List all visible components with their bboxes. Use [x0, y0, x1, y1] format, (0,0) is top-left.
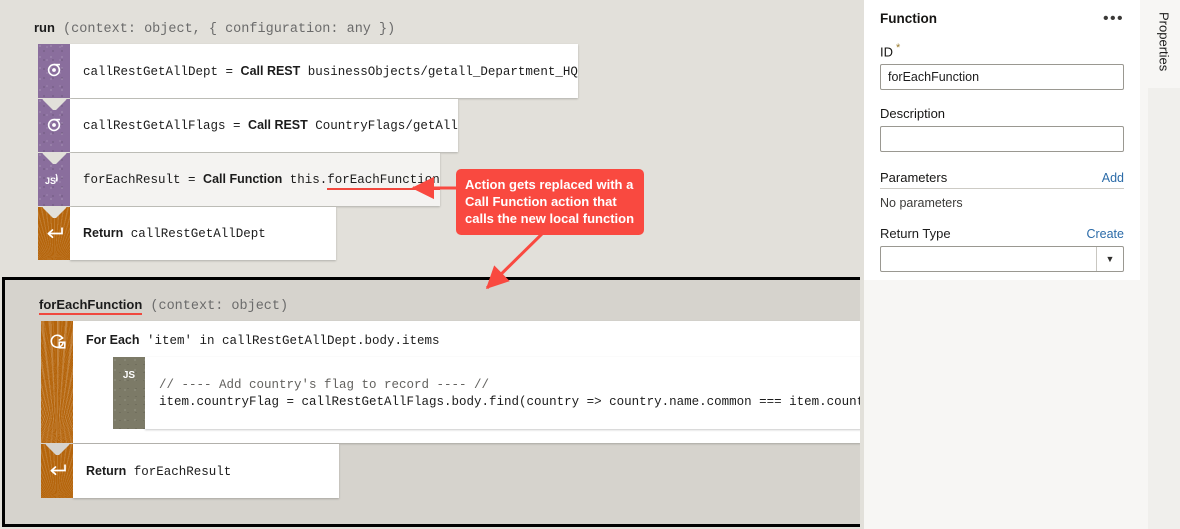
for-each-glyph: [49, 333, 66, 352]
svg-text:JS: JS: [45, 176, 56, 186]
id-input[interactable]: [880, 64, 1124, 91]
parameters-row: Parameters Add: [880, 170, 1124, 190]
local-function-link[interactable]: forEachFunction: [327, 173, 440, 190]
js-code-line-1: // ---- Add country's flag to record ---…: [159, 377, 490, 392]
action-call-function[interactable]: JS forEachResult = Call Function this.fo…: [38, 153, 440, 206]
action-text: Return forEachResult: [86, 463, 232, 479]
parameters-empty-note: No parameters: [880, 196, 963, 211]
action-text: forEachResult = Call Function this.forEa…: [83, 172, 440, 190]
for-each-body: For Each 'item' in callRestGetAllDept.bo…: [73, 321, 860, 443]
action-text: callRestGetAllDept = Call REST businessO…: [83, 63, 578, 79]
action-text: Return callRestGetAllDept: [83, 226, 266, 241]
action-body: forEachResult = Call Function this.forEa…: [70, 153, 440, 206]
rest-call-icon: [38, 44, 70, 98]
properties-header: Function •••: [880, 0, 1124, 26]
main-flow-name: run: [34, 20, 55, 35]
action-body: Return callRestGetAllDept: [70, 207, 336, 260]
for-each-text: For Each 'item' in callRestGetAllDept.bo…: [86, 333, 440, 348]
flow-canvas[interactable]: run (context: object, { configuration: a…: [0, 0, 862, 529]
connector-notch: [41, 444, 73, 455]
fn-panel-name: forEachFunction: [39, 297, 143, 315]
callout-text: Action gets replaced with a Call Functio…: [465, 177, 635, 226]
action-call-rest-dept[interactable]: callRestGetAllDept = Call REST businessO…: [38, 44, 578, 98]
js-function-icon: JS: [38, 153, 70, 206]
action-text: callRestGetAllFlags = Call REST CountryF…: [83, 118, 458, 133]
description-label: Description: [880, 106, 946, 122]
return-icon: [41, 444, 73, 498]
action-for-each[interactable]: For Each 'item' in callRestGetAllDept.bo…: [41, 321, 860, 443]
fn-panel-params: (context: object): [142, 299, 289, 314]
required-marker: *: [896, 42, 901, 54]
main-flow-params: (context: object, { configuration: any }…: [54, 22, 396, 37]
properties-tab-label: Properties: [1156, 12, 1172, 72]
return-glyph: [45, 226, 64, 242]
action-body: callRestGetAllFlags = Call REST CountryF…: [70, 99, 458, 152]
for-each-icon: [41, 321, 73, 443]
js-icon: JS: [113, 357, 145, 429]
rest-call-glyph: [46, 117, 62, 135]
properties-vertical-tab[interactable]: Properties: [1150, 8, 1178, 98]
more-options-icon[interactable]: •••: [1103, 10, 1124, 26]
local-function-panel[interactable]: forEachFunction (context: object) For Ea…: [2, 277, 860, 527]
return-type-select[interactable]: ▼: [880, 246, 1124, 273]
properties-content: Function ••• ID* Description Parameters …: [864, 0, 1140, 280]
add-parameter-link[interactable]: Add: [1102, 171, 1124, 185]
parameters-label: Parameters: [880, 170, 948, 186]
action-call-rest-flags[interactable]: callRestGetAllFlags = Call REST CountryF…: [38, 99, 458, 152]
action-body: callRestGetAllDept = Call REST businessO…: [70, 44, 578, 98]
return-type-value: [881, 247, 1096, 271]
js-badge: JS: [122, 370, 136, 381]
action-return[interactable]: Return callRestGetAllDept: [38, 207, 336, 260]
main-flow-diagram: run (context: object, { configuration: a…: [0, 0, 862, 277]
rest-call-icon: [38, 99, 70, 152]
js-code-line-2: item.countryFlag = callRestGetAllFlags.b…: [159, 394, 860, 409]
rest-call-glyph: [46, 62, 62, 80]
properties-title: Function: [880, 11, 937, 26]
description-input[interactable]: [880, 126, 1124, 153]
panel-backdrop: [1148, 88, 1180, 529]
js-body: // ---- Add country's flag to record ---…: [145, 357, 860, 429]
properties-panel[interactable]: Properties Function ••• ID* Description …: [864, 0, 1180, 529]
chevron-down-icon[interactable]: ▼: [1096, 247, 1123, 272]
return-type-row: Return Type Create: [880, 226, 1124, 241]
return-type-label: Return Type: [880, 226, 951, 242]
connector-notch: [38, 99, 70, 110]
create-return-type-link[interactable]: Create: [1086, 227, 1124, 241]
id-label: ID *: [880, 42, 901, 60]
callout-note: Action gets replaced with a Call Functio…: [456, 169, 644, 235]
action-return-foreach[interactable]: Return forEachResult: [41, 444, 339, 498]
action-js-block[interactable]: JS // ---- Add country's flag to record …: [113, 357, 860, 429]
fn-panel-signature: forEachFunction (context: object): [39, 297, 289, 315]
connector-notch: [38, 153, 70, 164]
js-function-glyph: JS: [45, 170, 64, 189]
main-flow-signature: run (context: object, { configuration: a…: [34, 20, 395, 37]
action-body: Return forEachResult: [73, 444, 339, 498]
connector-notch: [38, 207, 70, 218]
return-glyph: [48, 463, 67, 479]
return-icon: [38, 207, 70, 260]
